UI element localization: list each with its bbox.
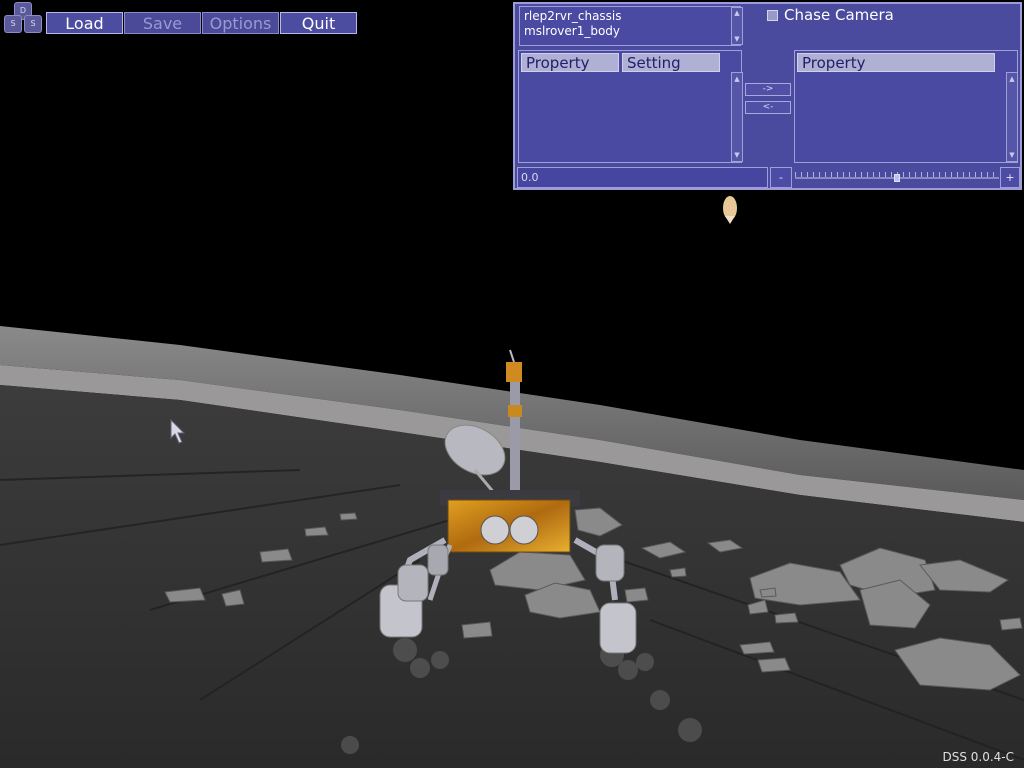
object-list-item[interactable]: mslrover1_body — [524, 24, 736, 39]
object-list[interactable]: rlep2rvr_chassis mslrover1_body — [519, 6, 741, 46]
logo-letter-s1: S — [4, 15, 22, 33]
column-header-property-right[interactable]: Property — [797, 53, 995, 72]
scroll-down-icon[interactable]: ▼ — [1008, 151, 1016, 159]
version-label: DSS 0.0.4-C — [942, 750, 1014, 764]
options-button[interactable]: Options — [202, 12, 279, 34]
dss-logo: D S S — [2, 2, 42, 33]
property-table-right[interactable]: Property — [794, 50, 1018, 163]
column-header-setting[interactable]: Setting — [622, 53, 720, 72]
main-menu-bar: Load Save Options Quit — [46, 12, 357, 36]
quit-button[interactable]: Quit — [280, 12, 357, 34]
scroll-up-icon[interactable]: ▲ — [733, 9, 741, 17]
slider-thumb[interactable] — [894, 174, 900, 182]
properties-panel: rlep2rvr_chassis mslrover1_body ▲ ▼ Chas… — [513, 2, 1022, 190]
load-button[interactable]: Load — [46, 12, 123, 34]
scroll-down-icon[interactable]: ▼ — [733, 35, 741, 43]
object-list-item[interactable]: rlep2rvr_chassis — [524, 9, 736, 24]
decrement-button[interactable]: - — [770, 167, 792, 188]
value-slider[interactable] — [795, 172, 999, 184]
chase-camera-label: Chase Camera — [784, 6, 894, 24]
value-field[interactable]: 0.0 — [517, 167, 768, 188]
move-left-button[interactable]: <- — [745, 101, 791, 114]
chase-camera-toggle[interactable]: Chase Camera — [767, 6, 894, 24]
chase-camera-checkbox[interactable] — [767, 9, 778, 21]
increment-button[interactable]: + — [1000, 167, 1020, 188]
left-table-scrollbar[interactable]: ▲ ▼ — [731, 72, 743, 162]
move-right-button[interactable]: -> — [745, 83, 791, 96]
object-list-scrollbar[interactable]: ▲ ▼ — [731, 7, 743, 45]
right-table-scrollbar[interactable]: ▲ ▼ — [1006, 72, 1018, 162]
scroll-up-icon[interactable]: ▲ — [733, 75, 741, 83]
logo-letter-s2: S — [24, 15, 42, 33]
scroll-down-icon[interactable]: ▼ — [733, 151, 741, 159]
property-setting-table[interactable]: Property Setting — [518, 50, 742, 163]
save-button[interactable]: Save — [124, 12, 201, 34]
column-header-property[interactable]: Property — [521, 53, 619, 72]
scroll-up-icon[interactable]: ▲ — [1008, 75, 1016, 83]
